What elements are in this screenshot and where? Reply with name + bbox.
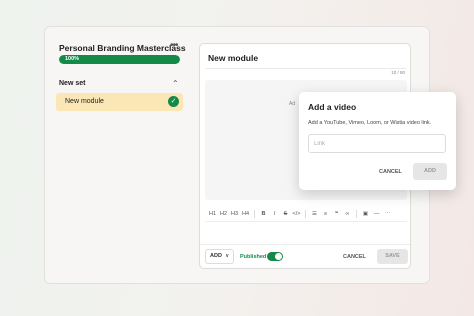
divider	[200, 244, 410, 245]
add-button-label: ADD	[210, 253, 222, 259]
course-title: Personal Branding Masterclass	[59, 43, 186, 53]
char-count: 10 / 80	[391, 70, 405, 75]
module-title-input[interactable]: New module	[208, 53, 258, 63]
more-icon[interactable]: ⋯	[382, 211, 393, 217]
dialog-cancel-button[interactable]: CANCEL	[379, 169, 402, 175]
published-toggle[interactable]	[267, 252, 283, 261]
divider	[206, 68, 406, 69]
published-label: Published	[240, 254, 267, 260]
toolbar-divider	[254, 209, 255, 218]
toolbar-divider	[356, 209, 357, 218]
dialog-title: Add a video	[308, 102, 357, 112]
heading-3-button[interactable]: H3	[229, 211, 240, 217]
add-video-dialog: Add a video Add a YouTube, Vimeo, Loom, …	[299, 92, 456, 190]
chevron-down-icon: ∨	[225, 253, 229, 259]
link-icon[interactable]: ∞	[342, 211, 353, 217]
progress-fill: 100%	[59, 55, 180, 64]
sidebar-item-new-module[interactable]: New module ✓	[56, 93, 183, 111]
add-content-button[interactable]: ADD ∨	[205, 249, 234, 264]
image-icon[interactable]: ▣	[360, 211, 371, 217]
dialog-add-button[interactable]: ADD	[413, 163, 447, 180]
toggle-knob	[275, 253, 282, 260]
video-hint: Ad	[289, 101, 296, 107]
toolbar-divider	[305, 209, 306, 218]
horizontal-rule-icon[interactable]: —	[371, 211, 382, 217]
formatting-toolbar: H1 H2 H3 H4 B I S </> ☰ ≡ ❝ ∞ ▣ — ⋯	[205, 206, 407, 222]
list-bulleted-icon[interactable]: ☰	[309, 211, 320, 217]
strikethrough-button[interactable]: S	[280, 211, 291, 217]
bold-button[interactable]: B	[258, 211, 269, 217]
module-item-label: New module	[65, 98, 104, 105]
heading-1-button[interactable]: H1	[207, 211, 218, 217]
list-numbered-icon[interactable]: ≡	[320, 211, 331, 217]
dialog-description: Add a YouTube, Vimeo, Loom, or Wistia vi…	[308, 120, 432, 126]
cancel-button[interactable]: CANCEL	[343, 254, 366, 260]
save-button[interactable]: SAVE	[377, 249, 408, 264]
progress-bar: 100%	[59, 55, 180, 64]
description-editor[interactable]	[205, 224, 407, 240]
heading-4-button[interactable]: H4	[240, 211, 251, 217]
more-horizontal-icon[interactable]: •••	[170, 40, 178, 51]
italic-button[interactable]: I	[269, 211, 280, 217]
section-title[interactable]: New set	[59, 80, 85, 87]
chevron-up-icon[interactable]: ⌃	[172, 79, 179, 88]
video-link-input[interactable]	[308, 134, 446, 153]
check-circle-icon: ✓	[168, 96, 179, 107]
quote-icon[interactable]: ❝	[331, 211, 342, 217]
heading-2-button[interactable]: H2	[218, 211, 229, 217]
code-button[interactable]: </>	[291, 211, 302, 217]
